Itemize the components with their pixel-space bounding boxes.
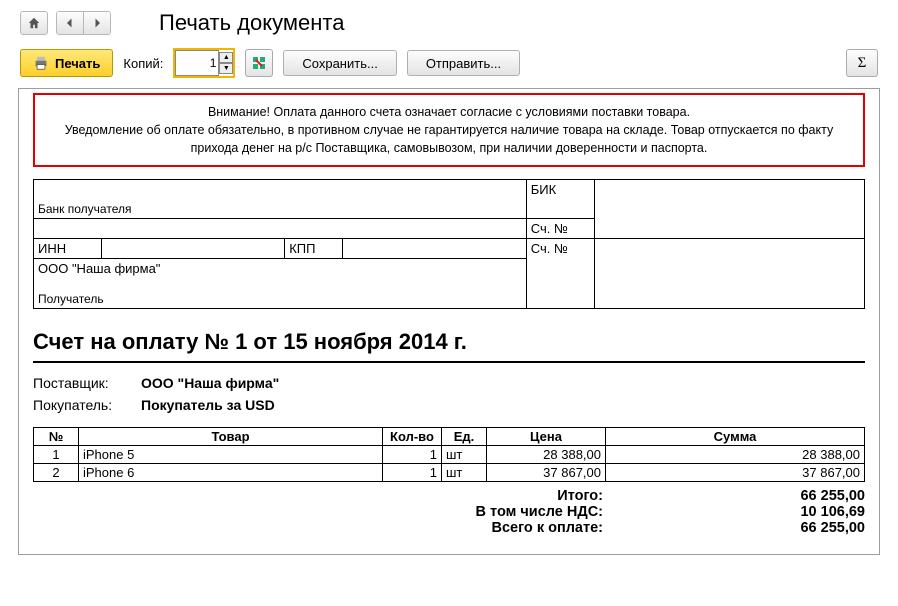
table-row: 1 iPhone 5 1 шт 28 388,00 28 388,00 — [34, 446, 865, 464]
copies-spinner: ▲ ▼ — [219, 52, 233, 74]
items-header: № Товар Кол-во Ед. Цена Сумма — [34, 428, 865, 446]
vat-value: 10 106,69 — [615, 504, 865, 520]
preview-toggle-button[interactable] — [245, 49, 273, 77]
grand-value: 66 255,00 — [615, 520, 865, 536]
arrow-left-icon — [64, 17, 76, 29]
printer-icon — [33, 56, 49, 70]
acct-label-1: Сч. № — [526, 219, 594, 239]
col-unit: Ед. — [442, 428, 487, 446]
document-sheet: Внимание! Оплата данного счета означает … — [18, 88, 880, 555]
cell-qty: 1 — [383, 464, 442, 482]
cell-unit: шт — [442, 446, 487, 464]
cell-n: 2 — [34, 464, 79, 482]
cell-name: iPhone 5 — [79, 446, 383, 464]
acct-value-2 — [594, 239, 864, 309]
print-label: Печать — [55, 56, 100, 71]
title-divider — [33, 361, 865, 363]
cell-price: 37 867,00 — [487, 464, 606, 482]
cell-price: 28 388,00 — [487, 446, 606, 464]
copies-input[interactable] — [175, 50, 219, 76]
copies-box: ▲ ▼ — [173, 48, 235, 78]
inn-value — [101, 239, 284, 259]
cell-sum: 28 388,00 — [606, 446, 865, 464]
bik-label: БИК — [526, 180, 594, 219]
kpp-value — [343, 239, 526, 259]
inn-label: ИНН — [34, 239, 102, 259]
bank-account-cell — [594, 180, 864, 239]
print-button[interactable]: Печать — [20, 49, 113, 77]
sigma-button[interactable]: Σ — [846, 49, 878, 77]
send-button[interactable]: Отправить... — [407, 50, 520, 76]
bank-recipient-label: Банк получателя — [38, 202, 131, 216]
itogo-label: Итого: — [33, 488, 615, 504]
page-title: Печать документа — [159, 10, 344, 36]
supplier-row: Поставщик: ООО "Наша фирма" — [33, 375, 865, 391]
save-button[interactable]: Сохранить... — [283, 50, 396, 76]
recipient-label: Получатель — [38, 292, 104, 306]
home-icon — [27, 16, 41, 30]
vat-label: В том числе НДС: — [33, 504, 615, 520]
cell-n: 1 — [34, 446, 79, 464]
table-row: 2 iPhone 6 1 шт 37 867,00 37 867,00 — [34, 464, 865, 482]
col-n: № — [34, 428, 79, 446]
home-button[interactable] — [20, 11, 48, 35]
items-table: № Товар Кол-во Ед. Цена Сумма 1 iPhone 5… — [33, 427, 865, 482]
back-button[interactable] — [57, 12, 84, 34]
document-title: Счет на оплату № 1 от 15 ноября 2014 г. — [33, 329, 865, 355]
totals: Итого:66 255,00 В том числе НДС:10 106,6… — [33, 488, 865, 536]
supplier-label: Поставщик: — [33, 375, 125, 391]
topbar: Печать документа — [0, 0, 898, 42]
col-price: Цена — [487, 428, 606, 446]
grid-icon — [252, 56, 266, 70]
buyer-label: Покупатель: — [33, 397, 125, 413]
col-sum: Сумма — [606, 428, 865, 446]
acct-label-2: Сч. № — [526, 239, 594, 309]
warning-line2: Уведомление об оплате обязательно, в про… — [65, 123, 833, 155]
nav-group — [56, 11, 111, 35]
kpp-label: КПП — [285, 239, 343, 259]
bank-table: Банк получателя БИК Сч. № ИНН КПП Сч. № … — [33, 179, 865, 309]
cell-qty: 1 — [383, 446, 442, 464]
col-name: Товар — [79, 428, 383, 446]
buyer-row: Покупатель: Покупатель за USD — [33, 397, 865, 413]
cell-name: iPhone 6 — [79, 464, 383, 482]
toolbar: Печать Копий: ▲ ▼ Сохранить... Отправить… — [0, 42, 898, 88]
cell-sum: 37 867,00 — [606, 464, 865, 482]
spinner-down[interactable]: ▼ — [219, 63, 233, 74]
warning-box: Внимание! Оплата данного счета означает … — [33, 93, 865, 167]
grand-label: Всего к оплате: — [33, 520, 615, 536]
buyer-value: Покупатель за USD — [141, 397, 275, 413]
arrow-right-icon — [91, 17, 103, 29]
cell-unit: шт — [442, 464, 487, 482]
itogo-value: 66 255,00 — [615, 488, 865, 504]
col-qty: Кол-во — [383, 428, 442, 446]
copies-label: Копий: — [123, 56, 163, 71]
forward-button[interactable] — [84, 12, 110, 34]
spinner-up[interactable]: ▲ — [219, 52, 233, 63]
company-name: ООО "Наша фирма" — [38, 261, 160, 276]
warning-line1: Внимание! Оплата данного счета означает … — [208, 105, 690, 119]
supplier-value: ООО "Наша фирма" — [141, 375, 279, 391]
